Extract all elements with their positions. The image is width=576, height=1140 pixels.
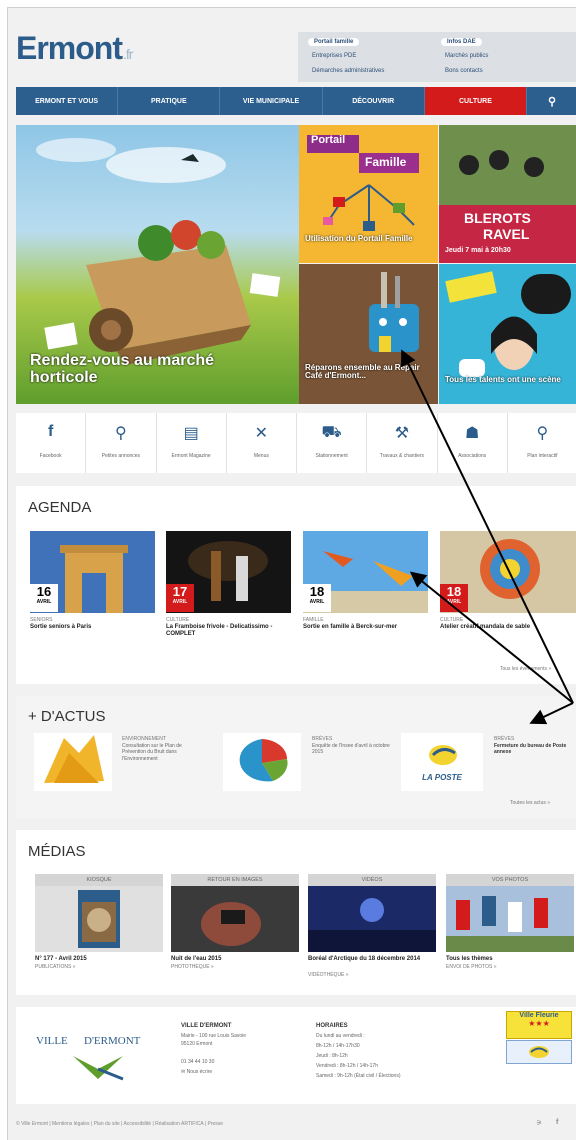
page: Ermont.fr Portail famille Entreprises PD… bbox=[7, 7, 576, 1140]
annotation-arrows bbox=[401, 349, 574, 725]
